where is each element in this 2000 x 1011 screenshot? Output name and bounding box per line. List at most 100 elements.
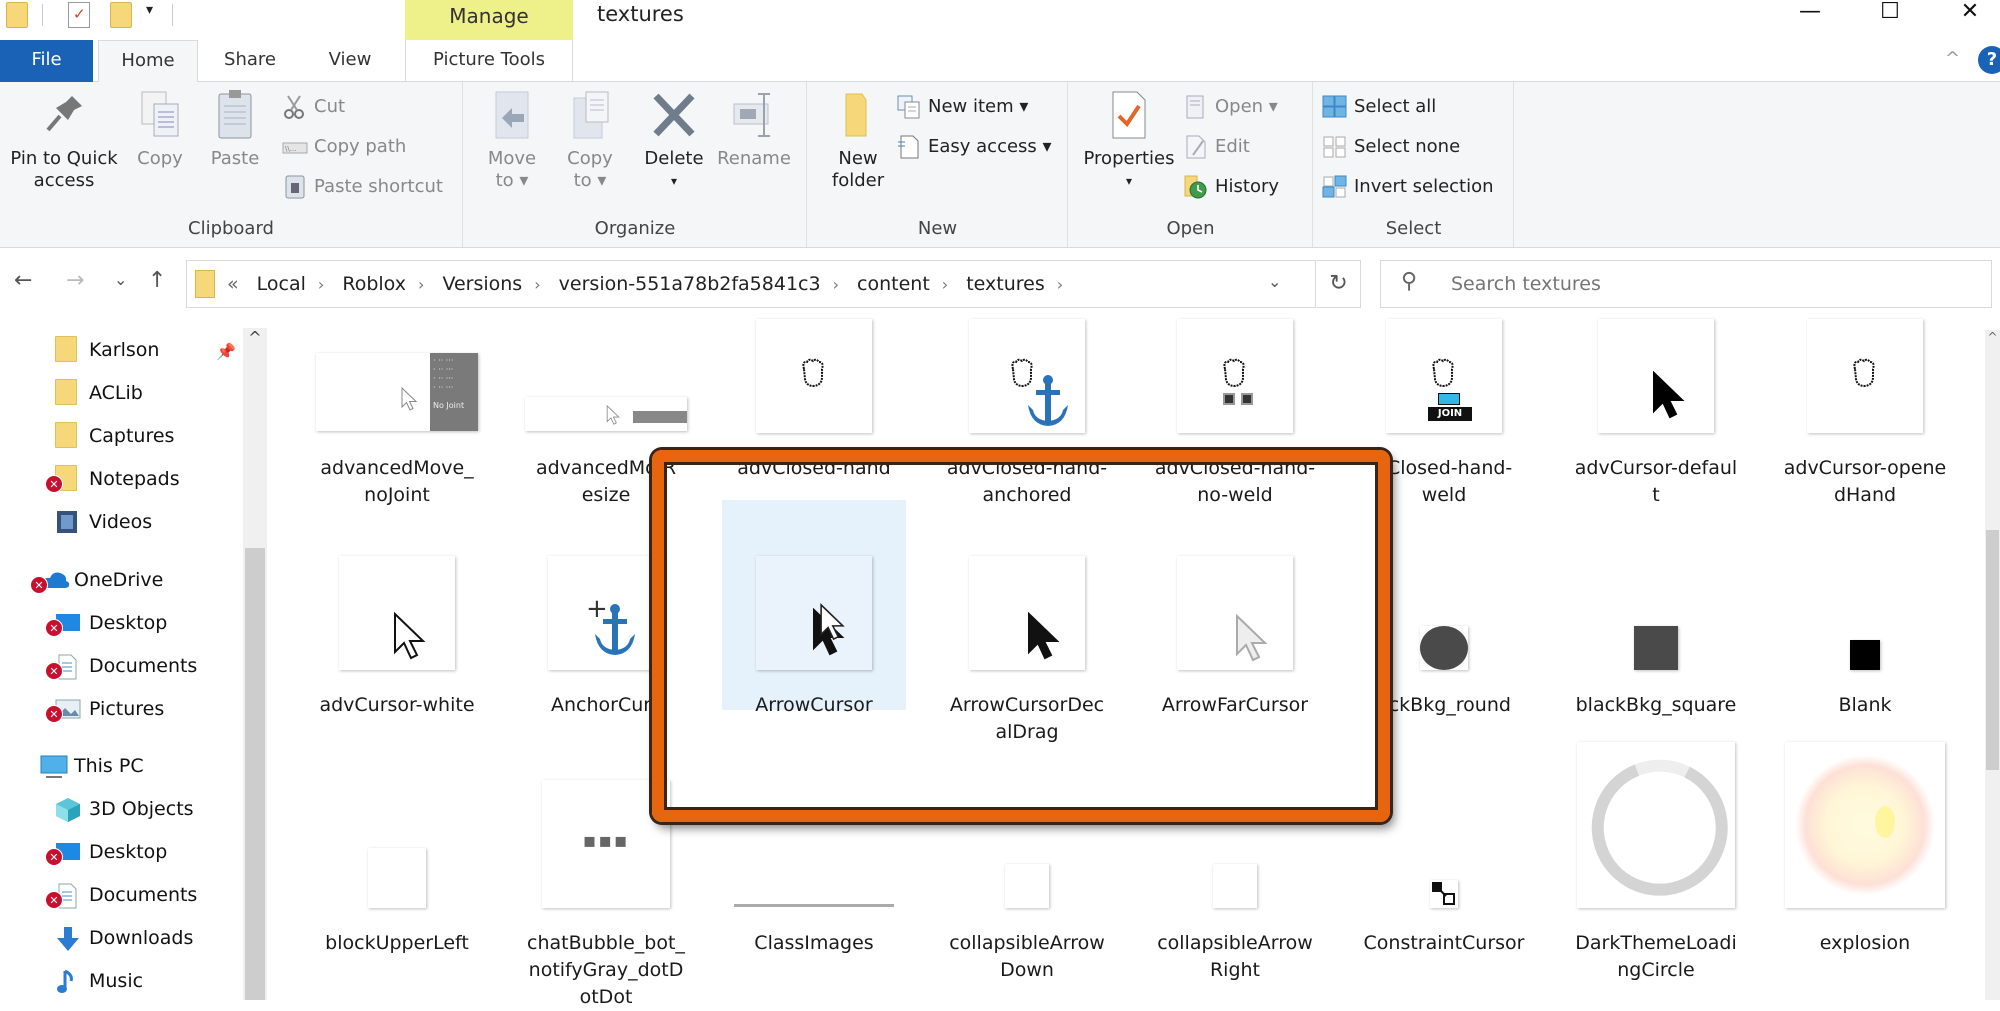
properties-dropdown-arrow[interactable]: ▾ [1077,170,1181,192]
tab-home[interactable]: Home [98,40,198,83]
breadcrumb-local[interactable]: Local [257,273,306,295]
file-thumbnail [969,556,1085,670]
file-thumbnail [969,319,1085,433]
manage-context-tab[interactable]: Manage [405,0,573,40]
breadcrumb-textures[interactable]: textures [966,273,1045,295]
rename-label: Rename [717,148,791,169]
edit-icon [1183,135,1209,159]
move-to-icon [490,90,534,140]
history-icon [1183,175,1209,199]
breadcrumb-version[interactable]: version-551a78b2fa5841c3 [559,273,821,295]
scroll-up-arrow[interactable]: ^ [243,328,267,356]
rename-button[interactable]: Rename [714,90,794,170]
new-folder-icon[interactable] [110,2,132,28]
recent-locations-button[interactable]: ⌄ [114,270,127,289]
easy-access-button[interactable]: Easy access ▾ [896,134,1052,160]
maximize-button[interactable]: ☐ [1860,0,1920,26]
file-name: ArrowCursorDec alDrag [949,694,1105,743]
breadcrumb-roblox[interactable]: Roblox [342,273,406,295]
back-button[interactable]: ← [14,268,32,293]
move-to-button[interactable]: Move to ▾ [482,90,542,192]
sidebar-scrollbar[interactable]: ^ [243,328,267,1000]
no-joint-label: No Joint [433,401,465,410]
copy-path-button[interactable]: \\... Copy path [282,134,406,160]
select-all-button[interactable]: Select all [1322,94,1436,120]
pin-to-quick-access-button[interactable]: Pin to Quick access [4,90,124,192]
chevron-right-icon[interactable]: › [942,275,948,294]
search-input[interactable] [1451,261,1971,307]
copy-button[interactable]: Copy [130,90,190,170]
file-item[interactable]: DarkThemeLoadi ngCircle [1556,320,1756,981]
file-list: · ·· ··· · ·· ··· · ·· ··· · ·· ··· No Joint… [270,319,2000,1008]
address-history-dropdown[interactable]: ⌄ [1268,272,1281,291]
sidebar-scroll-thumb[interactable] [245,548,265,1000]
select-none-button[interactable]: Select none [1322,134,1460,160]
breadcrumb-content[interactable]: content [857,273,930,295]
file-item[interactable]: ConstraintCursor [1344,320,1544,954]
file-thumbnail [1213,864,1257,908]
search-box[interactable]: ⚲ [1380,260,1992,308]
properties-button[interactable]: Properties ▾ [1077,90,1181,192]
file-thumbnail [1807,319,1923,433]
file-thumbnail: + [548,556,664,670]
select-group: Select all Select none Invert selection … [1314,82,1514,247]
new-folder-button[interactable]: New folder [820,90,896,192]
content-scroll-thumb[interactable] [1986,530,1999,770]
properties-icon [1107,90,1151,140]
cut-button[interactable]: Cut [282,94,345,120]
music-icon [55,969,79,993]
file-item[interactable]: collapsibleArrow Down [927,320,1127,981]
paste-shortcut-button[interactable]: Paste shortcut [282,174,443,200]
dots-glyph: ▪▪▪ [582,828,630,852]
chevron-right-icon[interactable]: › [534,275,540,294]
folder-icon[interactable] [6,2,28,28]
tab-view[interactable]: View [305,40,395,82]
copy-to-icon [568,90,612,140]
file-name: advClosed-hand [737,457,891,479]
select-all-label: Select all [1354,96,1437,117]
content-scrollbar[interactable]: ^ [1985,330,2000,1000]
tab-picture-tools[interactable]: Picture Tools [405,40,573,82]
open-button[interactable]: Open ▾ [1183,94,1278,120]
customize-quick-access-dropdown[interactable]: ▾ [146,2,153,18]
file-name: advancedMo R esize [535,457,677,506]
chevron-right-icon[interactable]: › [318,275,324,294]
chevron-right-icon[interactable]: › [1057,275,1063,294]
pin-label: Pin to Quick [10,148,118,169]
tab-file[interactable]: File [0,40,93,82]
paste-button[interactable]: Paste [205,90,265,170]
join-label: JOIN [1428,407,1472,421]
forward-button[interactable]: → [66,268,84,293]
ribbon-tabs: File Home Share View Picture Tools ^ ? [0,40,2000,83]
pin-label-2: access [33,170,95,191]
refresh-button[interactable]: ↻ [1317,260,1361,308]
invert-selection-button[interactable]: Invert selection [1322,174,1494,200]
delete-dropdown-arrow[interactable]: ▾ [640,170,708,192]
file-item[interactable]: ▪▪▪ chatBubble_bot_ notifyGray_dotD otDot [506,320,706,1008]
new-item-button[interactable]: New item ▾ [896,94,1028,120]
edit-button[interactable]: Edit [1183,134,1250,160]
file-item[interactable]: blockUpperLeft [297,320,497,954]
breadcrumb-versions[interactable]: Versions [442,273,522,295]
file-name: ArrowCursor [755,694,873,716]
minimize-button[interactable]: — [1780,0,1840,26]
breadcrumb-overflow[interactable]: « [227,273,239,295]
delete-button[interactable]: Delete ▾ [640,90,708,192]
collapse-ribbon-button[interactable]: ^ [1945,48,1960,69]
properties-icon[interactable] [68,2,90,28]
sidebar-item-label: Music [89,970,144,992]
chevron-right-icon[interactable]: › [833,275,839,294]
scroll-up-arrow[interactable]: ^ [1985,330,2000,350]
close-button[interactable]: ✕ [1940,0,2000,26]
file-item[interactable]: ClassImages [714,320,914,954]
file-item[interactable]: collapsibleArrow Right [1135,320,1335,981]
chevron-right-icon[interactable]: › [418,275,424,294]
history-button[interactable]: History [1183,174,1279,200]
up-button[interactable]: ↑ [148,268,166,293]
tab-share[interactable]: Share [205,40,295,82]
address-bar[interactable]: « Local › Roblox › Versions › version-551a7… [186,260,1316,308]
help-button[interactable]: ? [1978,46,2000,74]
file-item[interactable]: explosion [1765,320,1965,954]
copy-to-button[interactable]: Copy to ▾ [560,90,620,192]
file-thumbnail [1177,556,1293,670]
